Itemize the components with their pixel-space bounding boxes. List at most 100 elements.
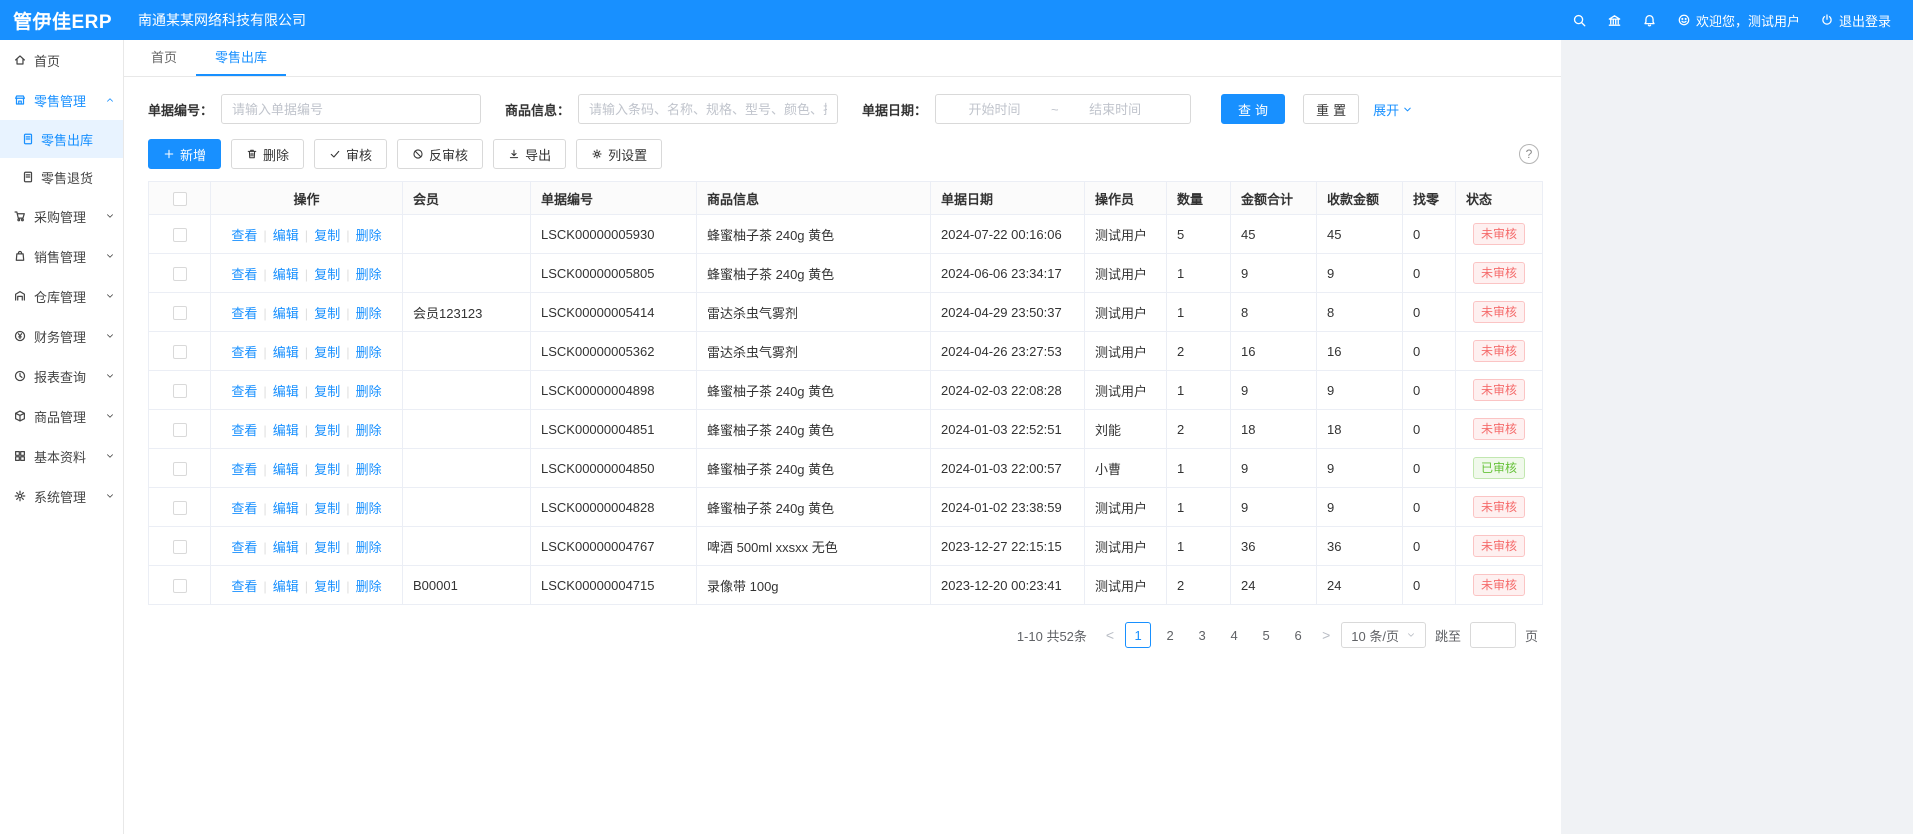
row-action-copy[interactable]: 复制 xyxy=(314,579,340,594)
page-number-2[interactable]: 2 xyxy=(1157,622,1183,648)
row-action-view[interactable]: 查看 xyxy=(231,579,257,594)
row-action-view[interactable]: 查看 xyxy=(231,228,257,243)
row-checkbox[interactable] xyxy=(173,462,187,476)
help-button[interactable]: ? xyxy=(1519,144,1539,164)
delete-button[interactable]: 删除 xyxy=(231,139,304,169)
sidebar-item-sales[interactable]: 销售管理 xyxy=(0,236,123,276)
sidebar-item-retail-return[interactable]: 零售退货 xyxy=(0,158,123,196)
row-action-copy[interactable]: 复制 xyxy=(314,228,340,243)
row-action-edit[interactable]: 编辑 xyxy=(273,306,299,321)
row-checkbox[interactable] xyxy=(173,228,187,242)
sidebar-item-report[interactable]: 报表查询 xyxy=(0,356,123,396)
page-number-3[interactable]: 3 xyxy=(1189,622,1215,648)
logout-button[interactable]: 退出登录 xyxy=(1820,11,1891,30)
sidebar-item-finance[interactable]: 财务管理 xyxy=(0,316,123,356)
row-action-view[interactable]: 查看 xyxy=(231,462,257,477)
row-action-view[interactable]: 查看 xyxy=(231,345,257,360)
page-number-4[interactable]: 4 xyxy=(1221,622,1247,648)
row-action-copy[interactable]: 复制 xyxy=(314,462,340,477)
cell-change: 0 xyxy=(1403,254,1456,293)
date-start-input[interactable] xyxy=(942,102,1047,117)
row-action-copy[interactable]: 复制 xyxy=(314,540,340,555)
row-action-edit[interactable]: 编辑 xyxy=(273,228,299,243)
row-checkbox[interactable] xyxy=(173,423,187,437)
sidebar-item-home[interactable]: 首页 xyxy=(0,40,123,80)
row-checkbox[interactable] xyxy=(173,501,187,515)
row-checkbox[interactable] xyxy=(173,540,187,554)
row-action-copy[interactable]: 复制 xyxy=(314,345,340,360)
row-action-copy[interactable]: 复制 xyxy=(314,267,340,282)
bill-no-input[interactable] xyxy=(221,94,481,124)
select-all-checkbox[interactable] xyxy=(173,192,187,206)
row-checkbox[interactable] xyxy=(173,345,187,359)
date-range-picker[interactable]: ~ xyxy=(935,94,1191,124)
row-action-delete[interactable]: 删除 xyxy=(356,540,382,555)
date-end-input[interactable] xyxy=(1063,102,1168,117)
unaudit-button[interactable]: 反审核 xyxy=(397,139,483,169)
audit-button[interactable]: 审核 xyxy=(314,139,387,169)
row-action-view[interactable]: 查看 xyxy=(231,306,257,321)
prev-page-arrow[interactable]: < xyxy=(1104,627,1116,643)
action-divider: | xyxy=(305,267,308,282)
tab-1[interactable]: 零售出库 xyxy=(196,40,286,76)
row-action-view[interactable]: 查看 xyxy=(231,384,257,399)
page-size-select[interactable]: 10 条/页 xyxy=(1341,622,1426,648)
row-action-edit[interactable]: 编辑 xyxy=(273,384,299,399)
sidebar-item-retail[interactable]: 零售管理 xyxy=(0,80,123,120)
row-checkbox[interactable] xyxy=(173,579,187,593)
row-action-delete[interactable]: 删除 xyxy=(356,228,382,243)
bank-icon[interactable] xyxy=(1607,13,1622,28)
row-action-view[interactable]: 查看 xyxy=(231,267,257,282)
sidebar-item-purchase[interactable]: 采购管理 xyxy=(0,196,123,236)
add-button[interactable]: 新增 xyxy=(148,139,221,169)
row-action-delete[interactable]: 删除 xyxy=(356,462,382,477)
row-action-copy[interactable]: 复制 xyxy=(314,501,340,516)
reset-button[interactable]: 重置 xyxy=(1303,94,1359,124)
row-action-delete[interactable]: 删除 xyxy=(356,501,382,516)
row-action-edit[interactable]: 编辑 xyxy=(273,579,299,594)
export-button[interactable]: 导出 xyxy=(493,139,566,169)
next-page-arrow[interactable]: > xyxy=(1320,627,1332,643)
sidebar-item-system[interactable]: 系统管理 xyxy=(0,476,123,516)
row-action-edit[interactable]: 编辑 xyxy=(273,462,299,477)
row-action-copy[interactable]: 复制 xyxy=(314,423,340,438)
sidebar-item-warehouse[interactable]: 仓库管理 xyxy=(0,276,123,316)
row-checkbox[interactable] xyxy=(173,384,187,398)
row-action-delete[interactable]: 删除 xyxy=(356,384,382,399)
row-action-copy[interactable]: 复制 xyxy=(314,384,340,399)
jump-page-input[interactable] xyxy=(1470,622,1516,648)
row-action-copy[interactable]: 复制 xyxy=(314,306,340,321)
row-action-delete[interactable]: 删除 xyxy=(356,579,382,594)
notification-bell-icon[interactable] xyxy=(1642,13,1657,28)
search-button[interactable]: 查询 xyxy=(1221,94,1285,124)
row-action-edit[interactable]: 编辑 xyxy=(273,501,299,516)
goods-info-input[interactable] xyxy=(578,94,838,124)
column-header: 商品信息 xyxy=(697,182,931,215)
status-badge: 未审核 xyxy=(1473,301,1525,323)
row-action-edit[interactable]: 编辑 xyxy=(273,540,299,555)
page-number-5[interactable]: 5 xyxy=(1253,622,1279,648)
cell-bill-no: LSCK00000005805 xyxy=(531,254,697,293)
row-action-view[interactable]: 查看 xyxy=(231,540,257,555)
row-action-edit[interactable]: 编辑 xyxy=(273,345,299,360)
user-welcome[interactable]: 欢迎您，测试用户 xyxy=(1677,11,1800,30)
row-action-delete[interactable]: 删除 xyxy=(356,306,382,321)
column-settings-button[interactable]: 列设置 xyxy=(576,139,662,169)
row-action-delete[interactable]: 删除 xyxy=(356,267,382,282)
row-action-edit[interactable]: 编辑 xyxy=(273,423,299,438)
expand-filters-link[interactable]: 展开 xyxy=(1373,100,1413,119)
row-checkbox[interactable] xyxy=(173,306,187,320)
sidebar-item-basic[interactable]: 基本资料 xyxy=(0,436,123,476)
sidebar-item-goods[interactable]: 商品管理 xyxy=(0,396,123,436)
row-checkbox[interactable] xyxy=(173,267,187,281)
row-action-edit[interactable]: 编辑 xyxy=(273,267,299,282)
page-number-6[interactable]: 6 xyxy=(1285,622,1311,648)
search-icon[interactable] xyxy=(1572,13,1587,28)
page-number-1[interactable]: 1 xyxy=(1125,622,1151,648)
tab-0[interactable]: 首页 xyxy=(132,40,196,76)
sidebar-item-retail-outbound[interactable]: 零售出库 xyxy=(0,120,123,158)
row-action-delete[interactable]: 删除 xyxy=(356,423,382,438)
row-action-view[interactable]: 查看 xyxy=(231,423,257,438)
row-action-delete[interactable]: 删除 xyxy=(356,345,382,360)
row-action-view[interactable]: 查看 xyxy=(231,501,257,516)
